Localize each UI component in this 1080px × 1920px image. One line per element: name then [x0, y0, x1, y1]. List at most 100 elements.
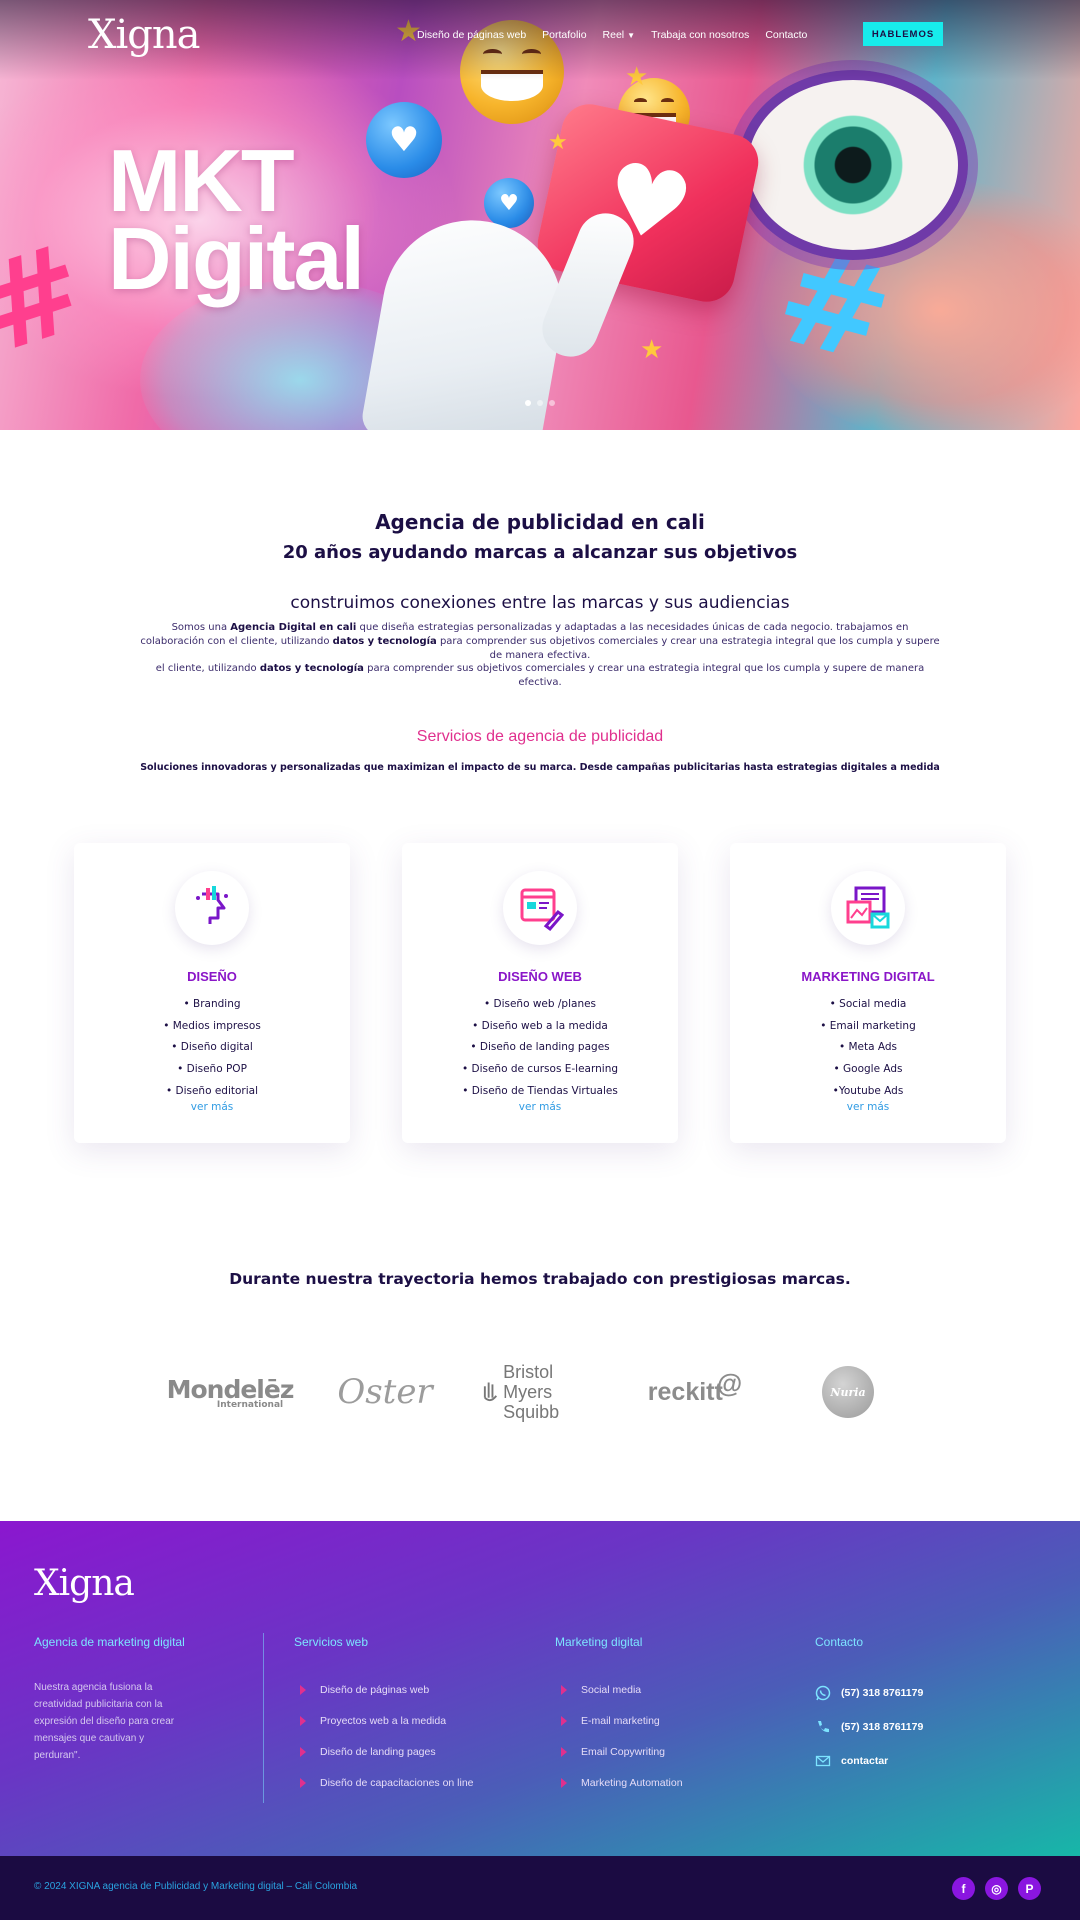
footer-link[interactable]: Marketing Automation — [555, 1767, 683, 1798]
footer-col-title: Servicios web — [294, 1635, 369, 1649]
heart-bubble-icon: ♥ — [366, 102, 442, 178]
contact-email[interactable]: contactar — [815, 1744, 923, 1778]
contact-phone[interactable]: (57) 318 8761179 — [815, 1710, 923, 1744]
list-item: • Medios impresos — [163, 1019, 261, 1032]
facebook-icon[interactable]: f — [952, 1877, 975, 1900]
nav-item-reel-label: Reel — [602, 29, 625, 41]
services-cards: DISEÑO • Branding • Medios impresos • Di… — [74, 843, 1006, 1143]
nav-item-trabaja[interactable]: Trabaja con nosotros — [651, 29, 749, 41]
intro-subheading: 20 años ayudando marcas a alcanzar sus o… — [282, 542, 798, 563]
footer-link-label: E-mail marketing — [581, 1714, 660, 1727]
services-title: Servicios de agencia de publicidad — [416, 728, 664, 745]
ver-mas-link[interactable]: ver más — [730, 1101, 1006, 1113]
list-item: • Diseño web a la medida — [472, 1019, 608, 1032]
card-list: • Diseño web /planes • Diseño web a la m… — [402, 994, 678, 1102]
intro-bold-text: datos y tecnología — [332, 636, 437, 647]
footer-col-title: Agencia de marketing digital — [34, 1635, 185, 1649]
intro-bold-text: datos y tecnología — [259, 663, 364, 674]
footer-about-text: Nuestra agencia fusiona la creatividad p… — [34, 1682, 175, 1761]
contact-whatsapp[interactable]: (57) 318 8761179 — [815, 1676, 923, 1710]
service-card-diseno-web: DISEÑO WEB • Diseño web /planes • Diseño… — [402, 843, 678, 1143]
brand-text: reckitt — [647, 1377, 723, 1406]
chevron-down-icon: ▼ — [627, 31, 636, 40]
nuria-logo: Nuria — [818, 1362, 878, 1422]
star-icon: ★ — [548, 130, 568, 155]
footer-col-title: Marketing digital — [555, 1635, 643, 1649]
footer-divider — [263, 1633, 264, 1803]
slider-dot[interactable] — [537, 400, 543, 406]
ver-mas-link[interactable]: ver más — [402, 1101, 678, 1113]
footer-col-title: Contacto — [815, 1635, 864, 1649]
nav-item-diseno-web[interactable]: Diseño de páginas web — [417, 29, 526, 41]
footer-link-label: Proyectos web a la medida — [320, 1714, 447, 1727]
card-list: • Branding • Medios impresos • Diseño di… — [74, 994, 350, 1102]
arrow-right-icon — [561, 1684, 567, 1695]
bms-text: Bristol Myers Squibb — [503, 1362, 602, 1422]
brand-text: International — [216, 1399, 284, 1410]
oster-logo: Oster — [337, 1372, 433, 1412]
footer-link[interactable]: Diseño de capacitaciones on line — [294, 1767, 474, 1798]
intro-paragraph-repeat: el cliente, utilizando datos y tecnologí… — [140, 662, 940, 690]
web-design-icon — [503, 871, 577, 945]
footer: Xigna Agencia de marketing digital Nuest… — [0, 1521, 1080, 1856]
intro-paragraph: Somos una Agencia Digital en cali que di… — [140, 621, 940, 663]
footer-marketing-links: Social media E-mail marketing Email Copy… — [555, 1674, 683, 1798]
pinterest-icon[interactable]: P — [1018, 1877, 1041, 1900]
brand-text: Bristol Myers — [503, 1362, 554, 1402]
contact-text: contactar — [841, 1755, 889, 1767]
footer-link-label: Social media — [581, 1683, 642, 1696]
card-title: DISEÑO — [187, 969, 237, 984]
arrow-right-icon — [561, 1715, 567, 1726]
contact-text: (57) 318 8761179 — [841, 1687, 924, 1699]
footer-web-links: Diseño de páginas web Proyectos web a la… — [294, 1674, 474, 1798]
footer-link[interactable]: Email Copywriting — [555, 1736, 683, 1767]
footer-link-label: Marketing Automation — [581, 1776, 683, 1789]
brand-text: Squibb — [503, 1402, 560, 1422]
footer-logo[interactable]: Xigna — [34, 1563, 135, 1604]
list-item: • Diseño editorial — [165, 1084, 259, 1097]
site-logo[interactable]: Xigna — [88, 12, 200, 58]
footer-link-label: Email Copywriting — [581, 1745, 666, 1758]
hablemos-button[interactable]: HABLEMOS — [863, 22, 943, 46]
footer-link[interactable]: Diseño de landing pages — [294, 1736, 474, 1767]
footer-link[interactable]: Diseño de páginas web — [294, 1674, 474, 1705]
intro-tagline: construimos conexiones entre las marcas … — [290, 593, 790, 613]
nav-item-contacto[interactable]: Contacto — [765, 29, 807, 41]
intro-section: Agencia de publicidad en cali 20 años ay… — [0, 500, 1080, 690]
intro-text: para comprender sus objetivos comerciale… — [363, 663, 925, 688]
slider-dot[interactable] — [525, 400, 531, 406]
arrow-right-icon — [300, 1715, 306, 1726]
intro-heading: Agencia de publicidad en cali — [375, 510, 705, 534]
slider-dot[interactable] — [549, 400, 555, 406]
list-item: • Diseño de cursos E-learning — [461, 1063, 619, 1076]
intro-text: para comprender sus objetivos comerciale… — [436, 636, 940, 661]
footer-link[interactable]: E-mail marketing — [555, 1705, 683, 1736]
reckitt-logo: reckitt @ — [647, 1362, 742, 1422]
nav-item-portafolio[interactable]: Portafolio — [542, 29, 586, 41]
design-head-icon — [175, 871, 249, 945]
footer-link-label: Diseño de capacitaciones on line — [320, 1776, 474, 1789]
contact-text: (57) 318 8761179 — [841, 1721, 924, 1733]
main-nav: Diseño de páginas web Portafolio Reel ▼ T… — [417, 29, 823, 41]
services-subtitle: Soluciones innovadoras y personalizadas … — [140, 762, 940, 773]
instagram-icon[interactable]: ◎ — [985, 1877, 1008, 1900]
ver-mas-link[interactable]: ver más — [74, 1101, 350, 1113]
footer-link[interactable]: Proyectos web a la medida — [294, 1705, 474, 1736]
hero-title: MKT Digital — [108, 137, 365, 303]
list-item: • Diseño de landing pages — [470, 1041, 610, 1054]
list-item: • Diseño POP — [177, 1063, 247, 1076]
heart-bubble-icon: ♥ — [484, 178, 534, 228]
mail-icon — [815, 1753, 831, 1769]
list-item: • Email marketing — [820, 1019, 916, 1032]
service-card-marketing: MARKETING DIGITAL • Social media • Email… — [730, 843, 1006, 1143]
list-item: • Branding — [183, 998, 241, 1010]
footer-link-label: Diseño de páginas web — [320, 1683, 430, 1696]
list-item: • Google Ads — [833, 1063, 903, 1076]
list-item: • Social media — [829, 998, 907, 1010]
bristol-myers-squibb-logo: Bristol Myers Squibb — [482, 1362, 602, 1422]
phone-icon — [815, 1719, 831, 1735]
nav-item-reel[interactable]: Reel ▼ — [603, 29, 636, 41]
whatsapp-icon — [815, 1685, 831, 1701]
footer-contact-list: (57) 318 8761179 (57) 318 8761179 contac… — [815, 1676, 923, 1778]
footer-link[interactable]: Social media — [555, 1674, 683, 1705]
